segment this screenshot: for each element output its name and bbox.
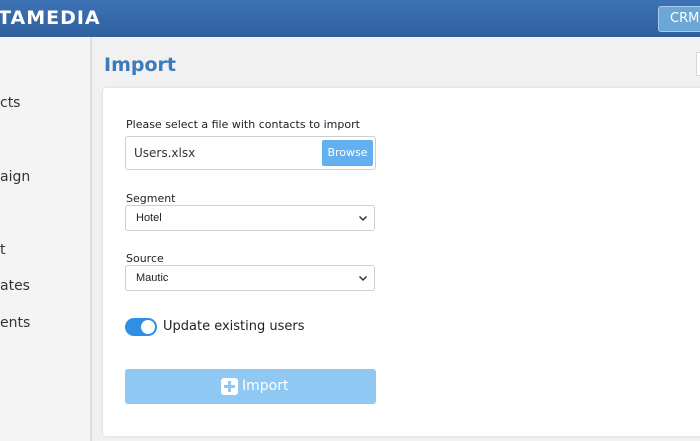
crm-button[interactable]: CRM [658,6,700,32]
sidebar-item-t[interactable]: t [0,242,6,258]
segment-label: Segment [126,192,176,205]
file-input[interactable]: Users.xlsx Browse [125,136,376,170]
update-existing-toggle[interactable] [125,318,157,336]
source-value: Mautic [136,272,169,284]
chevron-down-icon [358,215,368,222]
brand-logo: TAMEDIA [0,7,101,29]
corner-control[interactable] [696,52,700,76]
sidebar-item-campaign[interactable]: aign [0,169,30,185]
source-label: Source [126,252,164,265]
sidebar-item-templates[interactable]: ates [0,278,30,294]
sidebar-item-contacts[interactable]: cts [0,95,20,111]
sidebar-item-segments[interactable]: ents [0,315,30,331]
segment-select[interactable]: Hotel [125,205,375,231]
import-button[interactable]: Import [125,369,376,404]
chevron-down-icon [358,275,368,282]
file-label: Please select a file with contacts to im… [126,118,360,131]
plus-icon [221,378,238,395]
browse-button[interactable]: Browse [322,140,373,166]
page-title: Import [104,54,176,76]
source-select[interactable]: Mautic [125,265,375,291]
update-existing-label: Update existing users [163,319,305,334]
import-button-label: Import [242,378,289,394]
sidebar: cts aign t ates ents [0,37,92,441]
segment-value: Hotel [136,212,162,224]
toggle-knob [141,320,155,334]
top-bar: TAMEDIA CRM [0,0,700,37]
file-name: Users.xlsx [134,146,196,160]
